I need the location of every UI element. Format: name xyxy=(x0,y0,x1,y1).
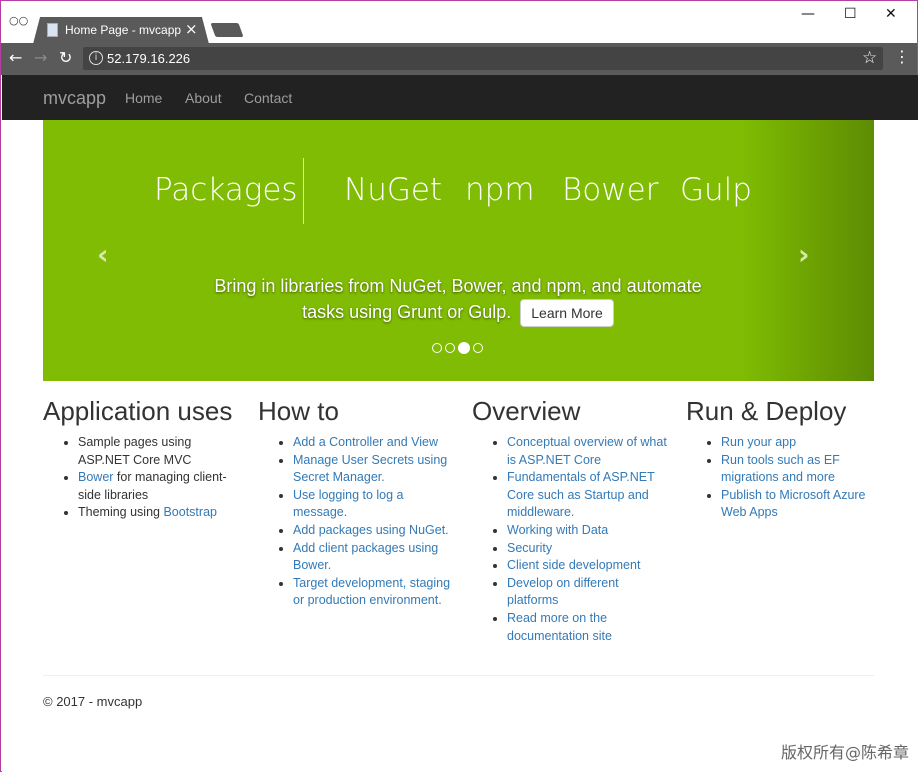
list-item: Fundamentals of ASP.NET Core such as Sta… xyxy=(507,469,667,522)
list-item: Manage User Secrets using Secret Manager… xyxy=(293,452,453,487)
list-link[interactable]: Develop on different platforms xyxy=(507,576,619,608)
list-item: Run tools such as EF migrations and more xyxy=(721,452,881,487)
carousel-indicator-3[interactable] xyxy=(458,341,470,354)
info-icon[interactable]: i xyxy=(89,51,103,65)
list-item: Publish to Microsoft Azure Web Apps xyxy=(721,487,881,522)
nav-about[interactable]: About xyxy=(185,90,222,106)
list-item: Target development, staging or productio… xyxy=(293,575,453,610)
slide-title-bower: Bower xyxy=(562,172,659,208)
list-link[interactable]: Read more on the documentation site xyxy=(507,611,612,643)
list-link[interactable]: Bootstrap xyxy=(163,505,217,519)
list-item: Develop on different platforms xyxy=(507,575,667,610)
section-list: Conceptual overview of what is ASP.NET C… xyxy=(507,434,667,645)
carousel-indicator-1[interactable] xyxy=(432,342,442,353)
caption-text: Bring in libraries from NuGet, Bower, an… xyxy=(214,276,702,322)
footer-text: © 2017 - mvcapp xyxy=(43,694,143,709)
watermark: 版权所有@陈希章 xyxy=(780,743,909,762)
list-text: Theming using xyxy=(78,505,164,520)
star-icon[interactable]: ☆ xyxy=(862,48,877,68)
list-item: Theming using Bootstrap xyxy=(78,504,238,522)
list-link[interactable]: Manage User Secrets using Secret Manager… xyxy=(293,453,447,485)
close-tab-icon[interactable]: × xyxy=(185,20,198,38)
list-link[interactable]: Use logging to log a message. xyxy=(293,488,404,520)
menu-icon[interactable]: ⋮ xyxy=(894,47,910,66)
list-item: Client side development xyxy=(507,557,667,575)
carousel-indicator-4[interactable] xyxy=(473,342,483,353)
carousel-caption: Bring in libraries from NuGet, Bower, an… xyxy=(193,273,723,328)
list-link[interactable]: Working with Data xyxy=(507,523,608,537)
reload-icon[interactable]: ↻ xyxy=(59,48,72,67)
forward-icon[interactable]: → xyxy=(34,48,47,67)
address-bar[interactable]: i 52.179.16.226 ☆ xyxy=(83,47,883,70)
incognito-icon: ○○ xyxy=(9,14,29,27)
list-link[interactable]: Bower xyxy=(78,470,113,484)
site-navbar: mvcapp Home About Contact xyxy=(2,75,918,120)
list-item: Add a Controller and View xyxy=(293,434,453,452)
slide-title-packages: Packages xyxy=(154,172,298,208)
slide-title-nuget: NuGet xyxy=(344,172,443,208)
nav-home[interactable]: Home xyxy=(125,90,162,106)
section-2: Overview Conceptual overview of what is A… xyxy=(472,397,667,645)
close-window-button[interactable]: ✕ xyxy=(885,6,897,22)
list-link[interactable]: Client side development xyxy=(507,558,640,572)
footer-divider xyxy=(43,675,874,676)
section-title: Overview xyxy=(472,396,581,426)
list-link[interactable]: Security xyxy=(507,541,552,555)
section-title: Run & Deploy xyxy=(686,396,847,426)
slide-title-gulp: Gulp xyxy=(680,172,752,208)
list-link[interactable]: Add client packages using Bower. xyxy=(293,541,438,573)
carousel-next-icon[interactable]: › xyxy=(798,238,810,271)
list-link[interactable]: Target development, staging or productio… xyxy=(293,576,450,608)
list-item: Add packages using NuGet. xyxy=(293,522,453,540)
section-1: How to Add a Controller and View Manage Us… xyxy=(258,397,453,610)
list-link[interactable]: Add a Controller and View xyxy=(293,435,438,449)
list-link[interactable]: Run tools such as EF migrations and more xyxy=(721,453,840,485)
section-list: Add a Controller and View Manage User Sec… xyxy=(293,434,453,610)
list-item: Use logging to log a message. xyxy=(293,487,453,522)
tab-title: Home Page - mvcapp xyxy=(65,23,182,37)
list-text: Sample pages using ASP.NET Core MVC xyxy=(78,435,192,467)
url-text[interactable]: 52.179.16.226 xyxy=(107,51,190,66)
list-item: Security xyxy=(507,540,667,558)
list-link[interactable]: Conceptual overview of what is ASP.NET C… xyxy=(507,435,667,467)
web-page: mvcapp Home About Contact Packages NuGet… xyxy=(2,75,918,772)
browser-tab[interactable]: Home Page - mvcapp × xyxy=(33,17,209,44)
section-list: Run your app Run tools such as EF migrati… xyxy=(721,434,881,522)
list-item: Read more on the documentation site xyxy=(507,610,667,645)
slide-title-npm: npm xyxy=(465,172,535,208)
list-item: Run your app xyxy=(721,434,881,452)
list-item: Add client packages using Bower. xyxy=(293,540,453,575)
list-item: Bower for managing client-side libraries xyxy=(78,469,238,504)
maximize-button[interactable]: ☐ xyxy=(844,6,857,22)
section-list: Sample pages using ASP.NET Core MVCBower… xyxy=(78,434,238,522)
section-title: Application uses xyxy=(43,396,233,426)
list-item: Conceptual overview of what is ASP.NET C… xyxy=(507,434,667,469)
section-0: Application uses Sample pages using ASP.N… xyxy=(43,397,238,522)
title-bar: ○○ Home Page - mvcapp × — ☐ ✕ xyxy=(1,1,917,44)
list-link[interactable]: Publish to Microsoft Azure Web Apps xyxy=(721,488,866,520)
carousel-indicator-2[interactable] xyxy=(445,342,455,353)
browser-toolbar: ← → ↻ i 52.179.16.226 ☆ ⋮ xyxy=(1,43,917,75)
learn-more-button[interactable]: Learn More xyxy=(520,299,614,328)
carousel: Packages NuGet npm Bower Gulp ‹ › Bring … xyxy=(43,120,874,381)
back-icon[interactable]: ← xyxy=(9,48,22,67)
minimize-button[interactable]: — xyxy=(801,6,815,22)
list-item: Working with Data xyxy=(507,522,667,540)
navbar-brand[interactable]: mvcapp xyxy=(43,88,106,109)
list-link[interactable]: Run your app xyxy=(721,435,796,449)
section-3: Run & Deploy Run your app Run tools such a… xyxy=(686,397,881,522)
carousel-indicators xyxy=(432,339,486,354)
nav-contact[interactable]: Contact xyxy=(244,90,292,106)
list-link[interactable]: Add packages using NuGet. xyxy=(293,523,449,537)
list-item: Sample pages using ASP.NET Core MVC xyxy=(78,434,238,469)
section-title: How to xyxy=(258,396,339,426)
carousel-prev-icon[interactable]: ‹ xyxy=(97,238,109,271)
browser-window: ○○ Home Page - mvcapp × — ☐ ✕ ← → ↻ i 52… xyxy=(0,0,918,772)
page-icon xyxy=(47,23,58,37)
banner-divider xyxy=(303,158,304,224)
new-tab-button[interactable] xyxy=(210,23,244,37)
list-link[interactable]: Fundamentals of ASP.NET Core such as Sta… xyxy=(507,470,655,519)
